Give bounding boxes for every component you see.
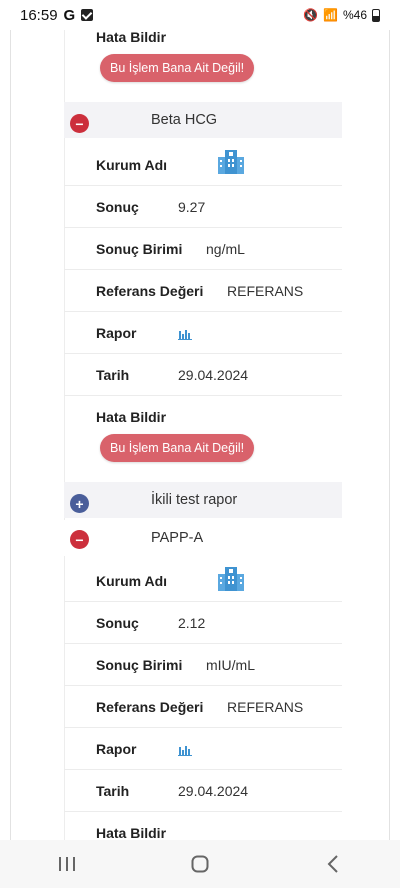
collapse-icon[interactable]: − xyxy=(70,530,89,549)
not-mine-button[interactable]: Bu İşlem Bana Ait Değil! xyxy=(100,54,255,82)
row-birim: Sonuç Birimi ng/mL xyxy=(64,228,342,270)
collapse-icon[interactable]: − xyxy=(70,114,89,133)
tarih-label: Tarih xyxy=(96,782,130,799)
row-referans: Referans Değeri REFERANS xyxy=(64,686,342,728)
bar-chart-icon[interactable] xyxy=(178,328,192,340)
android-nav-bar xyxy=(0,840,400,888)
group-header-ikili-test[interactable]: İkili test rapor xyxy=(64,482,342,518)
row-birim: Sonuç Birimi mIU/mL xyxy=(64,644,342,686)
hata-bildir-label: Hata Bildir xyxy=(96,29,167,45)
hata-bildir-row: Hata Bildir xyxy=(64,16,342,58)
status-time: 16:59 xyxy=(20,6,58,24)
recent-apps-button[interactable] xyxy=(47,844,87,884)
sonuc-label: Sonuç xyxy=(96,614,139,631)
row-kurum: Kurum Adı xyxy=(64,560,342,602)
row-sonuc: Sonuç 2.12 xyxy=(64,602,342,644)
test-header-papp-a[interactable]: PAPP-A xyxy=(64,520,342,556)
tarih-value: 29.04.2024 xyxy=(178,366,249,383)
home-button[interactable] xyxy=(180,844,220,884)
kurum-label: Kurum Adı xyxy=(96,572,168,589)
tarih-value: 29.04.2024 xyxy=(178,782,249,799)
row-rapor: Rapor xyxy=(64,312,342,354)
row-hata: Hata Bildir xyxy=(64,396,342,438)
sonuc-label: Sonuç xyxy=(96,198,139,215)
referans-label: Referans Değeri xyxy=(96,698,204,715)
back-chevron-icon xyxy=(327,855,339,873)
test-title: Beta HCG xyxy=(151,112,218,128)
back-button[interactable] xyxy=(313,844,353,884)
group-title: İkili test rapor xyxy=(151,492,238,508)
battery-percent: %46 xyxy=(342,8,367,22)
row-referans: Referans Değeri REFERANS xyxy=(64,270,342,312)
test-title: PAPP-A xyxy=(151,530,204,546)
referans-value: REFERANS xyxy=(227,282,304,299)
row-sonuc: Sonuç 9.27 xyxy=(64,186,342,228)
test-header-beta-hcg[interactable]: Beta HCG xyxy=(64,102,342,138)
row-kurum: Kurum Adı xyxy=(64,144,342,186)
expand-icon[interactable]: + xyxy=(70,494,89,513)
referans-label: Referans Değeri xyxy=(96,282,204,299)
sonuc-value: 2.12 xyxy=(178,614,206,631)
hospital-building-icon[interactable] xyxy=(217,148,245,174)
tarih-label: Tarih xyxy=(96,366,130,383)
birim-label: Sonuç Birimi xyxy=(96,656,183,673)
row-rapor: Rapor xyxy=(64,728,342,770)
kurum-label: Kurum Adı xyxy=(96,156,168,173)
battery-icon xyxy=(372,8,380,22)
birim-label: Sonuç Birimi xyxy=(96,240,183,257)
hata-bildir-label: Hata Bildir xyxy=(96,825,167,841)
birim-value: mIU/mL xyxy=(206,656,255,673)
bar-chart-icon[interactable] xyxy=(178,744,192,756)
home-icon xyxy=(191,855,209,873)
hata-bildir-label: Hata Bildir xyxy=(96,409,167,425)
row-tarih: Tarih 29.04.2024 xyxy=(64,354,342,396)
hospital-building-icon[interactable] xyxy=(217,565,245,591)
recent-apps-icon xyxy=(58,857,75,871)
rapor-label: Rapor xyxy=(96,324,137,341)
row-tarih: Tarih 29.04.2024 xyxy=(64,770,342,812)
referans-value: REFERANS xyxy=(227,698,304,715)
rapor-label: Rapor xyxy=(96,740,137,757)
birim-value: ng/mL xyxy=(206,240,245,257)
not-mine-button[interactable]: Bu İşlem Bana Ait Değil! xyxy=(100,434,255,462)
sonuc-value: 9.27 xyxy=(178,198,206,215)
